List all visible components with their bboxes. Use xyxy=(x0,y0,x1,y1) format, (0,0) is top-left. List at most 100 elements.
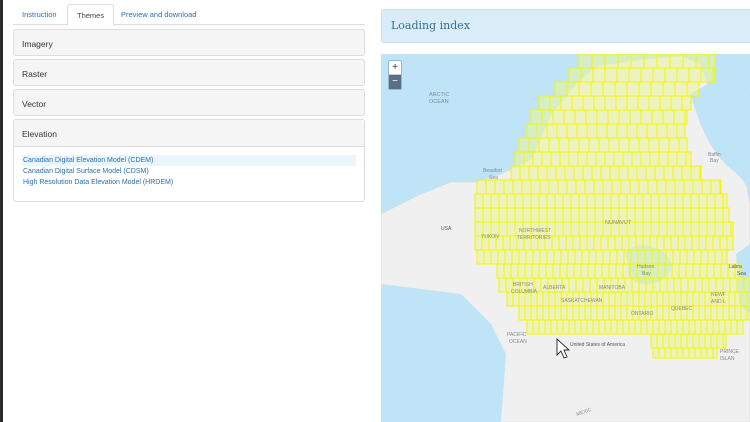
index-tile[interactable] xyxy=(704,333,712,349)
index-tile[interactable] xyxy=(610,319,618,335)
index-tile[interactable] xyxy=(483,249,492,265)
index-tile[interactable] xyxy=(659,277,668,293)
index-tile[interactable] xyxy=(652,67,666,83)
index-tile[interactable] xyxy=(698,291,706,307)
index-tile[interactable] xyxy=(509,235,518,251)
index-tile[interactable] xyxy=(665,249,674,265)
index-tile[interactable] xyxy=(698,207,708,223)
index-tile[interactable] xyxy=(554,207,564,223)
index-tile[interactable] xyxy=(591,54,606,69)
index-tile[interactable] xyxy=(598,319,606,335)
index-tile[interactable] xyxy=(476,249,485,265)
index-tile[interactable] xyxy=(596,109,609,125)
index-tile[interactable] xyxy=(580,319,588,335)
index-tile[interactable] xyxy=(650,221,660,237)
index-tile[interactable] xyxy=(644,291,652,307)
index-tile[interactable] xyxy=(666,123,678,139)
index-tile[interactable] xyxy=(627,165,638,181)
index-tile[interactable] xyxy=(563,109,576,125)
index-tile[interactable] xyxy=(642,221,652,237)
index-tile[interactable] xyxy=(730,319,738,335)
index-tile[interactable] xyxy=(722,305,730,321)
index-tile[interactable] xyxy=(687,277,696,293)
index-tile[interactable] xyxy=(568,277,577,293)
index-tile[interactable] xyxy=(555,165,566,181)
index-tile[interactable] xyxy=(714,193,724,209)
index-tile[interactable] xyxy=(710,179,721,195)
index-tile[interactable] xyxy=(630,249,639,265)
index-tile[interactable] xyxy=(514,207,524,223)
index-tile[interactable] xyxy=(554,193,564,209)
index-tile[interactable] xyxy=(593,235,602,251)
index-tile[interactable] xyxy=(572,235,581,251)
index-tile[interactable] xyxy=(539,249,548,265)
index-tile[interactable] xyxy=(490,207,500,223)
index-tile[interactable] xyxy=(550,319,558,335)
index-tile[interactable] xyxy=(729,277,738,293)
index-tile[interactable] xyxy=(576,123,588,139)
index-tile[interactable] xyxy=(616,249,625,265)
index-tile[interactable] xyxy=(593,179,604,195)
index-tile[interactable] xyxy=(680,291,688,307)
index-tile[interactable] xyxy=(621,235,630,251)
index-tile[interactable] xyxy=(537,165,548,181)
index-tile[interactable] xyxy=(476,179,487,195)
index-tile[interactable] xyxy=(618,165,629,181)
index-tile[interactable] xyxy=(686,333,694,349)
index-tile[interactable] xyxy=(726,235,734,251)
index-tile[interactable] xyxy=(532,151,543,167)
index-tile[interactable] xyxy=(580,67,594,83)
index-tile[interactable] xyxy=(578,81,592,97)
index-tile[interactable] xyxy=(637,95,650,111)
index-tile[interactable] xyxy=(706,263,715,279)
index-tile[interactable] xyxy=(538,193,548,209)
index-tile[interactable] xyxy=(620,305,628,321)
index-tile[interactable] xyxy=(686,81,700,97)
index-tile[interactable] xyxy=(616,67,630,83)
index-tile[interactable] xyxy=(554,81,568,97)
index-tile[interactable] xyxy=(570,221,580,237)
index-tile[interactable] xyxy=(588,137,600,153)
index-tile[interactable] xyxy=(615,263,624,279)
index-tile[interactable] xyxy=(707,249,716,265)
index-tile[interactable] xyxy=(669,54,684,69)
index-tile[interactable] xyxy=(554,305,562,321)
index-tile[interactable] xyxy=(548,137,560,153)
index-tile[interactable] xyxy=(578,305,586,321)
index-tile[interactable] xyxy=(538,137,550,153)
index-tile[interactable] xyxy=(503,263,512,279)
index-tile[interactable] xyxy=(545,263,554,279)
index-tile[interactable] xyxy=(652,277,661,293)
index-tile[interactable] xyxy=(640,109,653,125)
index-tile[interactable] xyxy=(674,207,684,223)
index-tile[interactable] xyxy=(666,221,676,237)
index-tile[interactable] xyxy=(575,179,586,195)
index-tile[interactable] xyxy=(609,165,620,181)
index-tile[interactable] xyxy=(657,263,666,279)
map-view[interactable]: ARCTIC OCEAN Baffin Bay Beaufort Sea USA… xyxy=(381,54,750,422)
index-tile[interactable] xyxy=(686,249,695,265)
index-tile[interactable] xyxy=(692,291,700,307)
index-tile[interactable] xyxy=(662,333,670,349)
index-tile[interactable] xyxy=(578,207,588,223)
index-tile[interactable] xyxy=(692,263,701,279)
index-tile[interactable] xyxy=(592,67,606,83)
index-tile[interactable] xyxy=(699,263,708,279)
index-tile[interactable] xyxy=(635,235,644,251)
index-tile[interactable] xyxy=(650,207,660,223)
index-tile[interactable] xyxy=(532,319,540,335)
index-tile[interactable] xyxy=(536,291,544,307)
index-tile[interactable] xyxy=(730,221,734,237)
index-tile[interactable] xyxy=(482,193,492,209)
index-tile[interactable] xyxy=(700,347,708,359)
index-tile[interactable] xyxy=(716,305,724,321)
index-tile[interactable] xyxy=(634,207,644,223)
index-tile[interactable] xyxy=(706,319,714,335)
index-tile[interactable] xyxy=(574,319,582,335)
tab-themes[interactable]: Themes xyxy=(67,4,115,26)
index-tile[interactable] xyxy=(668,291,676,307)
index-tile[interactable] xyxy=(548,291,556,307)
index-tile[interactable] xyxy=(649,151,660,167)
index-tile[interactable] xyxy=(684,109,688,125)
index-tile[interactable] xyxy=(708,277,717,293)
